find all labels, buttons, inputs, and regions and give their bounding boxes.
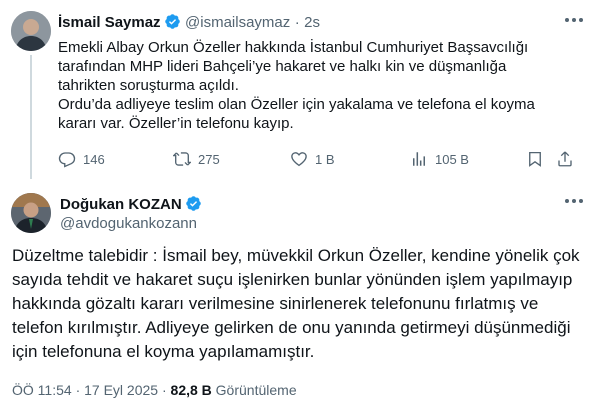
bookmark-button[interactable] [526, 148, 544, 170]
like-icon [291, 152, 307, 167]
avatar[interactable] [11, 193, 51, 233]
like-button[interactable]: 1 B [290, 148, 335, 170]
thread-line [30, 55, 32, 179]
more-icon[interactable] [563, 196, 585, 206]
text-line: Ordu’da adliyeye teslim olan Özeller içi… [58, 96, 535, 113]
author-handle[interactable]: @avdogukankozann [60, 215, 197, 232]
action-bar: 146 275 1 B 105 B [58, 148, 578, 170]
main-tweet-author: Doğukan KOZAN [60, 195, 202, 214]
text-line: tarafından MHP lideri Bahçeli’ye hakaret… [58, 58, 507, 75]
reply-icon [58, 152, 76, 168]
tweet-date[interactable]: 17 Eyl 2025 [84, 382, 158, 398]
views-icon [413, 152, 425, 166]
repost-icon [173, 152, 191, 166]
main-tweet-text: Düzeltme talebidir : İsmail bey, müvekki… [12, 246, 580, 361]
avatar[interactable] [11, 11, 51, 51]
separator: · [161, 382, 167, 398]
share-button[interactable] [556, 148, 574, 170]
view-count: 105 B [435, 151, 469, 167]
author-handle[interactable]: @ismailsaymaz [185, 14, 290, 31]
view-count: 82,8 B [170, 382, 212, 398]
more-icon[interactable] [563, 15, 585, 25]
reply-count: 146 [83, 151, 105, 167]
reply-button[interactable]: 146 [58, 148, 105, 170]
verified-badge-icon [164, 14, 180, 29]
author-name[interactable]: Doğukan KOZAN [60, 196, 182, 213]
share-icon [558, 151, 572, 167]
reply-tweet-text: Emekli Albay Orkun Özeller hakkında İsta… [58, 38, 558, 133]
timestamp[interactable]: 2s [304, 14, 320, 31]
repost-count: 275 [198, 151, 220, 167]
author-name[interactable]: İsmail Saymaz [58, 14, 161, 31]
tweet-meta: ÖÖ 11:54 · 17 Eyl 2025 · 82,8 B Görüntül… [12, 382, 297, 398]
text-line: Emekli Albay Orkun Özeller hakkında İsta… [58, 39, 529, 56]
reply-tweet-header: İsmail Saymaz @ismailsaymaz · 2s [58, 13, 320, 32]
text-line: kararı var. Özeller’in telefonu kayıp. [58, 115, 294, 132]
view-label: Görüntüleme [215, 382, 297, 398]
text-line: tahrikten soruşturma açıldı. [58, 77, 239, 94]
verified-badge-icon [185, 196, 201, 211]
tweet-time[interactable]: ÖÖ 11:54 [12, 382, 72, 398]
separator: · [75, 382, 81, 398]
like-count: 1 B [315, 151, 335, 167]
repost-button[interactable]: 275 [173, 148, 220, 170]
views-button[interactable]: 105 B [410, 148, 469, 170]
bookmark-icon [529, 151, 541, 167]
separator: · [294, 14, 300, 31]
